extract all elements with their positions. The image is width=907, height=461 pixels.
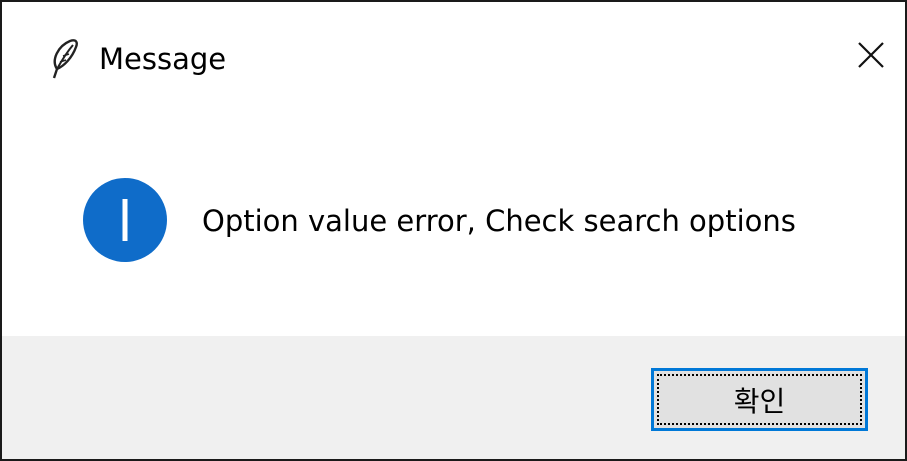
message-text: Option value error, Check search options (202, 204, 796, 238)
ok-button-label: 확인 (657, 374, 862, 425)
info-icon (82, 177, 168, 263)
button-bar: 확인 (2, 336, 905, 459)
ok-button[interactable]: 확인 (651, 368, 868, 431)
close-icon (856, 40, 886, 74)
window-title: Message (99, 42, 227, 76)
message-area: Option value error, Check search options (2, 114, 905, 336)
close-button[interactable] (840, 28, 902, 86)
feather-icon (46, 38, 82, 80)
message-dialog: Message Option value error, Check search… (0, 0, 907, 461)
title-bar: Message (2, 2, 905, 114)
